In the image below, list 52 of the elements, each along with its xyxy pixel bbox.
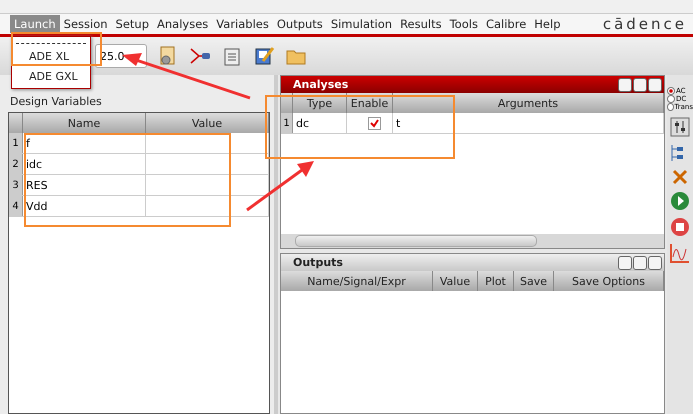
annotation-arrow <box>246 161 314 212</box>
panel-title: Analyses <box>281 76 664 93</box>
column-header: Enable <box>347 93 393 113</box>
row-number: 1 <box>281 113 293 133</box>
column-header: Value <box>146 113 269 133</box>
cross-icon[interactable] <box>672 169 688 185</box>
waveform-icon[interactable] <box>670 243 690 263</box>
float-button[interactable] <box>633 78 647 92</box>
panel-title: Design Variables <box>9 94 102 110</box>
menu-item[interactable]: ADE GXL <box>12 68 90 85</box>
menu-item[interactable]: Setup <box>112 15 154 33</box>
help-button[interactable] <box>618 256 632 270</box>
table-cell[interactable]: dc <box>293 113 347 133</box>
play-icon[interactable] <box>670 191 690 211</box>
menu-item[interactable]: Simulation <box>326 15 396 33</box>
close-button[interactable] <box>648 78 662 92</box>
help-button[interactable] <box>618 78 632 92</box>
edit-icon[interactable] <box>253 45 275 67</box>
table-cell[interactable]: Vdd <box>23 196 146 216</box>
column-header: Plot <box>478 271 514 291</box>
table-cell[interactable]: t <box>393 113 664 133</box>
column-header: Type <box>293 93 347 113</box>
menu-item[interactable]: Help <box>530 15 564 33</box>
column-header: Value <box>433 271 478 291</box>
column-header: Save <box>514 271 554 291</box>
row-number: 4 <box>9 196 23 216</box>
scrollbar[interactable] <box>281 234 664 248</box>
column-header: Name/Signal/Expr <box>281 271 433 291</box>
table-cell[interactable]: idc <box>23 154 146 174</box>
column-header: Arguments <box>393 93 664 113</box>
table-cell[interactable]: RES <box>23 175 146 195</box>
menu-item[interactable]: Calibre <box>482 15 530 33</box>
menu-item[interactable]: Analyses <box>153 15 212 33</box>
enable-checkbox[interactable] <box>368 116 381 130</box>
menu-item[interactable]: Variables <box>212 15 273 33</box>
menu-item[interactable]: Session <box>60 15 112 33</box>
column-header: Save Options <box>554 271 664 291</box>
menu-item[interactable]: Tools <box>446 15 482 33</box>
menu-item[interactable]: ADE XL <box>12 48 90 65</box>
float-button[interactable] <box>633 256 647 270</box>
sliders-icon[interactable] <box>670 117 690 137</box>
menu-item[interactable]: Results <box>396 15 446 33</box>
row-number: 2 <box>9 154 23 174</box>
logo: cādence <box>602 15 687 33</box>
close-button[interactable] <box>648 256 662 270</box>
column-header: Name <box>23 113 146 133</box>
row-number: 3 <box>9 175 23 195</box>
row-number: 1 <box>9 133 23 153</box>
stop-icon[interactable] <box>670 217 690 237</box>
table-cell[interactable]: f <box>23 133 146 153</box>
panel-title: Outputs <box>281 254 664 271</box>
menu-item[interactable]: Outputs <box>272 15 327 33</box>
